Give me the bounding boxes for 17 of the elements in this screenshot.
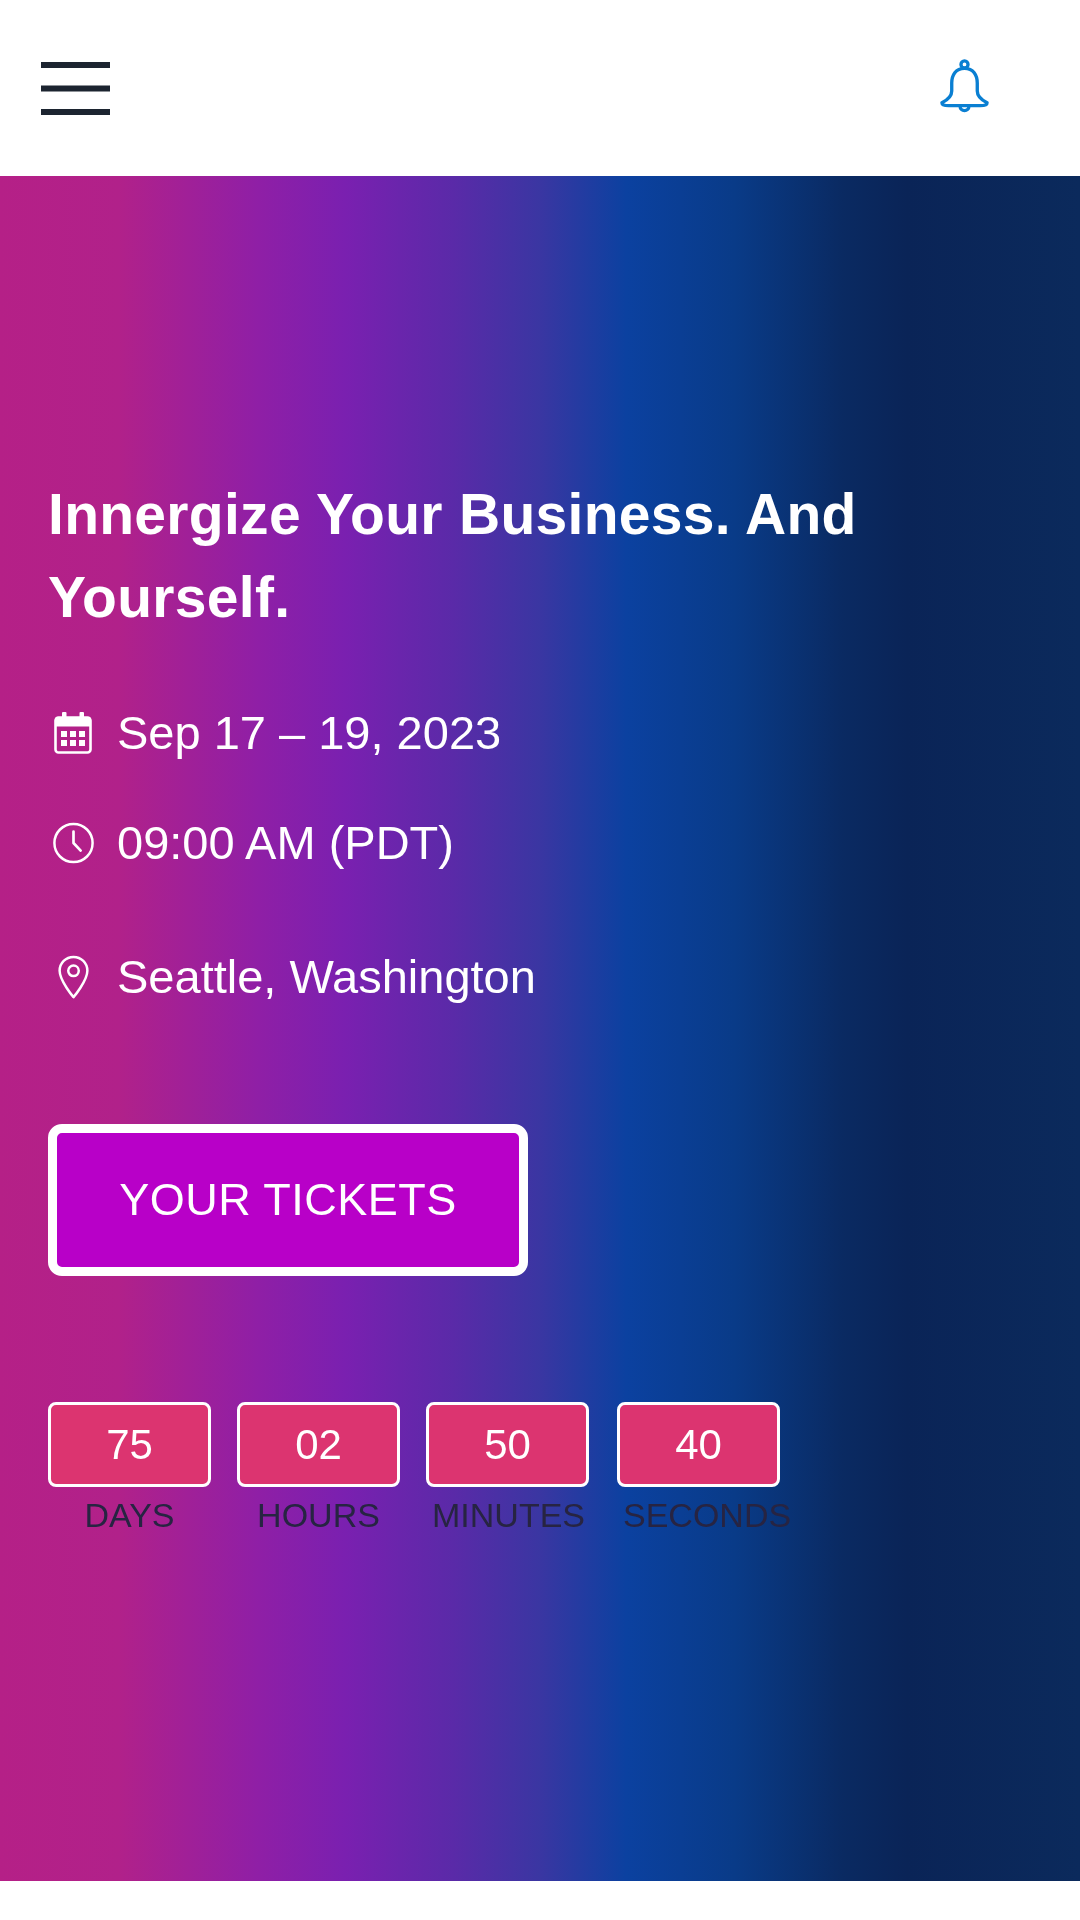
countdown-unit-label: DAYS <box>83 1495 176 1535</box>
tickets-button[interactable]: YOUR TICKETS <box>48 1124 528 1276</box>
calendar-icon <box>54 712 92 754</box>
countdown-value: 50 <box>426 1402 589 1487</box>
location-pin-icon <box>56 955 90 999</box>
countdown-value: 40 <box>617 1402 780 1487</box>
event-time: 09:00 AM (PDT) <box>117 815 454 871</box>
event-title: Innergize Your Business. And Yourself. <box>48 481 858 631</box>
event-date: Sep 17 – 19, 2023 <box>117 705 502 761</box>
event-location: Seattle, Washington <box>117 949 536 1005</box>
countdown-unit-label: HOURS <box>256 1495 381 1535</box>
clock-icon <box>50 822 96 864</box>
countdown-unit-label: SECONDS <box>622 1495 793 1535</box>
countdown-value: 02 <box>237 1402 400 1487</box>
countdown-value: 75 <box>48 1402 211 1487</box>
menu-icon[interactable] <box>41 61 110 115</box>
countdown-unit-label: MINUTES <box>431 1495 586 1535</box>
